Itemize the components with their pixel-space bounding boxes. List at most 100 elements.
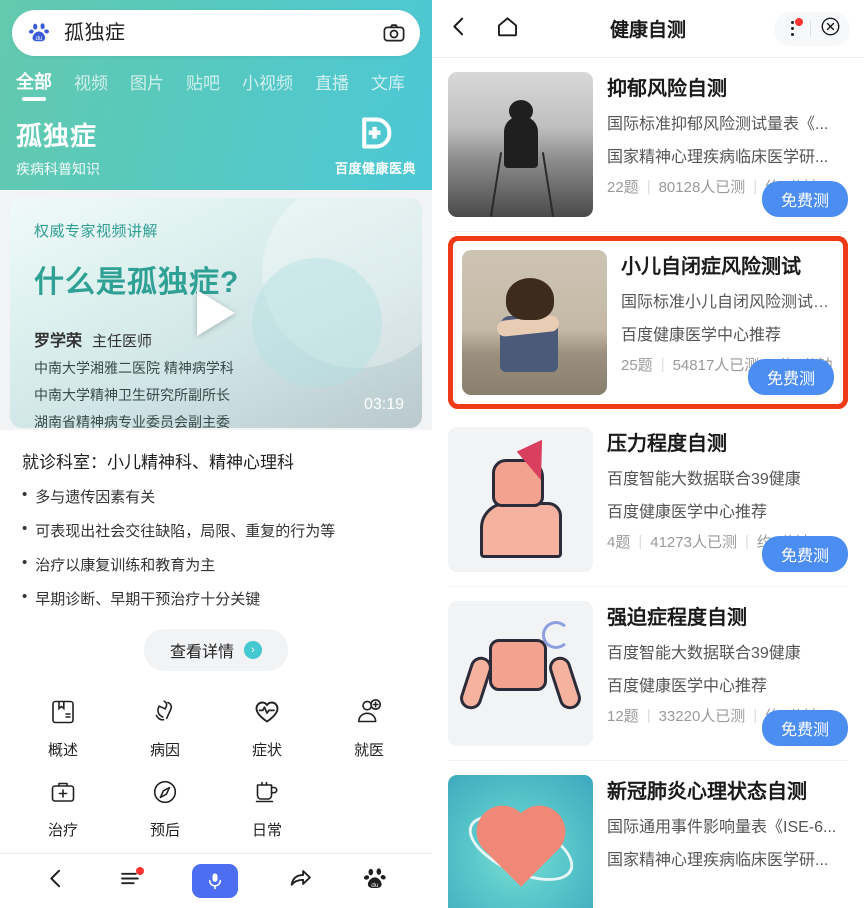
- brand-logo[interactable]: 百度健康医典: [335, 115, 416, 179]
- grid-item-symptom[interactable]: 症状: [216, 694, 318, 760]
- grid-label: 治疗: [47, 822, 78, 839]
- baidu-search-panel: du 孤独症 全部 视频 图片 贴吧 小视频 直播 文库 孤独症 疾病科普知识 …: [0, 0, 432, 908]
- tab-shortvideo[interactable]: 小视频: [242, 69, 293, 101]
- knowledge-titles: 孤独症 疾病科普知识: [16, 116, 100, 179]
- taker-count: 41273人已测: [650, 534, 737, 551]
- grid-label: 症状: [251, 742, 282, 759]
- list-item[interactable]: 压力程度自测 百度智能大数据联合39健康 百度健康医学中心推荐 4题 | 412…: [448, 413, 848, 587]
- notification-badge: [795, 17, 803, 26]
- camera-icon[interactable]: [382, 21, 406, 45]
- panel-header: 健康自测: [432, 0, 864, 58]
- tab-tieba[interactable]: 贴吧: [186, 69, 220, 101]
- meta-separator: |: [646, 707, 651, 724]
- grid-item-overview[interactable]: 概述: [12, 694, 114, 760]
- grid-label: 日常: [251, 822, 282, 839]
- medical-kit-icon: [49, 774, 77, 810]
- grid-item-cause[interactable]: 病因: [114, 694, 216, 760]
- nav-voice-button[interactable]: [192, 864, 239, 898]
- info-bullet: • 早期诊断、早期干预治疗十分关键: [22, 588, 410, 609]
- grid-item-daily[interactable]: 日常: [216, 774, 318, 840]
- meta-separator: |: [638, 533, 643, 550]
- nav-baidu-button[interactable]: du: [363, 866, 389, 897]
- test-body: 压力程度自测 百度智能大数据联合39健康 百度健康医学中心推荐 4题 | 412…: [593, 427, 848, 572]
- svg-text:du: du: [36, 36, 43, 42]
- view-detail-button[interactable]: 查看详情 ›: [143, 629, 288, 671]
- tab-all[interactable]: 全部: [16, 68, 52, 101]
- video-eyebrow: 权威专家视频讲解: [34, 223, 159, 240]
- medical-d-plus-icon: [357, 117, 393, 155]
- close-circle-icon[interactable]: [820, 16, 841, 42]
- figure-silhouette: [503, 115, 538, 168]
- free-test-button[interactable]: 免费测: [761, 536, 848, 572]
- app-screen: du 孤独症 全部 视频 图片 贴吧 小视频 直播 文库 孤独症 疾病科普知识 …: [0, 0, 864, 908]
- child-head: [505, 277, 554, 320]
- back-icon[interactable]: [446, 14, 471, 44]
- self-test-list: 抑郁风险自测 国际标准抑郁风险测试量表《... 国家精神心理疾病临床医学研...…: [432, 58, 864, 908]
- tab-image[interactable]: 图片: [130, 69, 164, 101]
- question-count: 4题: [607, 534, 631, 551]
- doctor-role: 主任医师: [92, 333, 153, 350]
- doctor-affiliation-3: 湖南省精神病专业委员会副主委: [34, 414, 230, 428]
- ocd-arm-right: [545, 654, 584, 713]
- chevron-left-icon: [43, 866, 68, 896]
- search-header: du 孤独症 全部 视频 图片 贴吧 小视频 直播 文库 孤独症 疾病科普知识 …: [0, 0, 432, 190]
- search-bar[interactable]: du 孤独症: [12, 10, 420, 56]
- video-duration: 03:19: [363, 396, 404, 413]
- search-input[interactable]: 孤独症: [64, 23, 382, 43]
- department-line: 就诊科室：小儿精神科、精神心理科: [22, 453, 294, 472]
- disease-section-grid: 概述 病因 症状 就医 治疗 预后 日常: [0, 672, 432, 856]
- tab-live[interactable]: 直播: [315, 69, 349, 101]
- meta-separator: |: [646, 178, 651, 195]
- test-desc-1: 国际标准小儿自闭风险测试量...: [621, 294, 834, 311]
- play-icon[interactable]: [197, 290, 235, 336]
- grid-item-therapy[interactable]: 治疗: [12, 774, 114, 840]
- test-desc-1: 国际通用事件影响量表《ISE-6...: [607, 819, 837, 836]
- page-subtitle: 疾病科普知识: [16, 161, 100, 177]
- list-item-highlighted[interactable]: 小儿自闭症风险测试 国际标准小儿自闭风险测试量... 百度健康医学中心推荐 25…: [448, 236, 848, 409]
- search-tabs: 全部 视频 图片 贴吧 小视频 直播 文库: [12, 68, 420, 101]
- brand-name: 百度健康医典: [334, 161, 416, 176]
- list-item[interactable]: 强迫症程度自测 百度智能大数据联合39健康 百度健康医学中心推荐 12题 | 3…: [448, 587, 848, 761]
- taker-count: 80128人已测: [658, 179, 746, 196]
- cup-icon: [253, 774, 281, 810]
- free-test-button[interactable]: 免费测: [761, 181, 848, 217]
- info-bullet: • 治疗以康复训练和教育为主: [22, 554, 410, 575]
- detail-button-wrap: 查看详情 ›: [22, 629, 410, 671]
- grid-item-prognosis[interactable]: 预后: [114, 774, 216, 840]
- free-test-button[interactable]: 免费测: [761, 710, 848, 746]
- tab-wenku[interactable]: 文库: [371, 69, 405, 101]
- header-right-nav: [774, 11, 850, 46]
- question-count: 22题: [607, 179, 639, 196]
- taker-count: 33220人已测: [658, 708, 746, 725]
- info-bullet: • 多与遗传因素有关: [22, 486, 410, 507]
- free-test-button[interactable]: 免费测: [747, 359, 834, 395]
- bullet-dot: •: [22, 588, 28, 605]
- taker-count: 54817人已测: [672, 357, 760, 374]
- info-bullet: • 可表现出社会交往缺陷，局限、重复的行为等: [22, 520, 410, 541]
- nav-menu-button[interactable]: [118, 866, 144, 896]
- list-item[interactable]: 抑郁风险自测 国际标准抑郁风险测试量表《... 国家精神心理疾病临床医学研...…: [448, 58, 848, 232]
- bullet-dot: •: [22, 554, 28, 571]
- share-arrow-icon: [288, 866, 313, 896]
- doctor-name: 罗学荣: [34, 333, 83, 350]
- test-desc-1: 百度智能大数据联合39健康: [607, 471, 801, 488]
- header-left-nav: [446, 14, 520, 44]
- microscope-icon: [151, 694, 179, 730]
- notification-badge: [135, 867, 144, 875]
- tab-video[interactable]: 视频: [74, 69, 108, 101]
- heart-pulse-icon: [253, 694, 281, 730]
- person-plus-icon: [355, 694, 383, 730]
- grid-item-treatment-seek[interactable]: 就医: [318, 694, 420, 760]
- test-desc-2: 国家精神心理疾病临床医学研...: [607, 149, 829, 166]
- nav-share-button[interactable]: [288, 866, 313, 896]
- kebab-menu-icon[interactable]: [783, 17, 803, 39]
- grid-label: 就医: [353, 742, 384, 759]
- test-desc-1: 国际标准抑郁风险测试量表《...: [607, 116, 829, 133]
- test-title: 小儿自闭症风险测试: [621, 256, 801, 278]
- expert-video-card[interactable]: 权威专家视频讲解 什么是孤独症? 罗学荣 主任医师 中南大学湘雅二医院 精神病学科…: [10, 198, 422, 428]
- list-item[interactable]: 新冠肺炎心理状态自测 国际通用事件影响量表《ISE-6... 国家精神心理疾病临…: [448, 761, 848, 908]
- nav-back-button[interactable]: [43, 866, 68, 896]
- home-icon[interactable]: [495, 14, 520, 44]
- question-count: 12题: [607, 708, 639, 725]
- baidu-paw-icon: du: [363, 866, 389, 897]
